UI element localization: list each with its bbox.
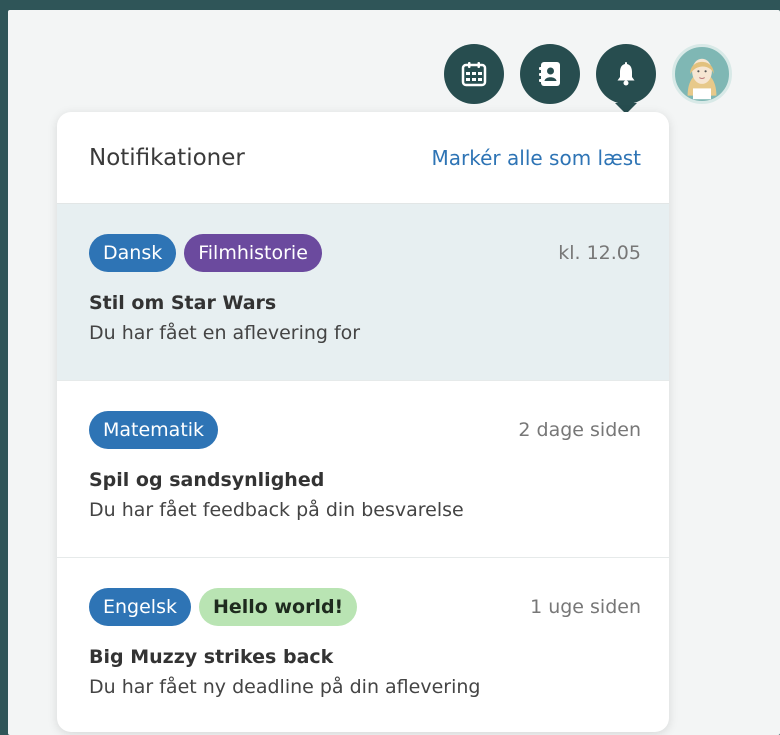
tag-engelsk: Engelsk	[89, 588, 191, 626]
notification-item[interactable]: Dansk Filmhistorie kl. 12.05 Stil om Sta…	[57, 204, 669, 381]
user-avatar[interactable]	[672, 44, 732, 104]
notification-body: Du har fået en aflevering for	[89, 322, 361, 344]
notification-title: Stil om Star Wars	[89, 292, 277, 314]
tag-filmhistorie: Filmhistorie	[184, 234, 322, 272]
top-toolbar	[444, 44, 732, 104]
mark-all-read-link[interactable]: Markér alle som læst	[432, 146, 641, 170]
notification-item[interactable]: Matematik 2 dage siden Spil og sandsynli…	[57, 381, 669, 558]
notification-body: Du har fået feedback på din besvarelse	[89, 499, 464, 521]
contacts-button[interactable]	[520, 44, 580, 104]
notification-time: kl. 12.05	[558, 242, 641, 264]
tag-dansk: Dansk	[89, 234, 177, 272]
tag-hello-world: Hello world!	[198, 588, 358, 626]
calendar-icon	[461, 62, 487, 87]
notifications-button[interactable]	[596, 44, 656, 104]
panel-header: Notifikationer Markér alle som læst	[57, 112, 669, 204]
app-frame: Notifikationer Markér alle som læst Dans…	[8, 10, 780, 735]
avatar-icon	[687, 58, 717, 100]
contacts-icon	[539, 62, 560, 86]
notification-body: Du har fået ny deadline på din afleverin…	[89, 676, 481, 698]
calendar-button[interactable]	[444, 44, 504, 104]
notification-item[interactable]: Engelsk Hello world! 1 uge siden Big Muz…	[57, 558, 669, 732]
panel-title: Notifikationer	[89, 144, 245, 171]
notification-time: 2 dage siden	[518, 419, 641, 441]
bell-icon	[617, 62, 635, 86]
notification-title: Big Muzzy strikes back	[89, 646, 334, 668]
notification-time: 1 uge siden	[530, 596, 641, 618]
notifications-panel: Notifikationer Markér alle som læst Dans…	[57, 112, 669, 732]
notification-title: Spil og sandsynlighed	[89, 469, 325, 491]
tag-matematik: Matematik	[89, 411, 219, 449]
